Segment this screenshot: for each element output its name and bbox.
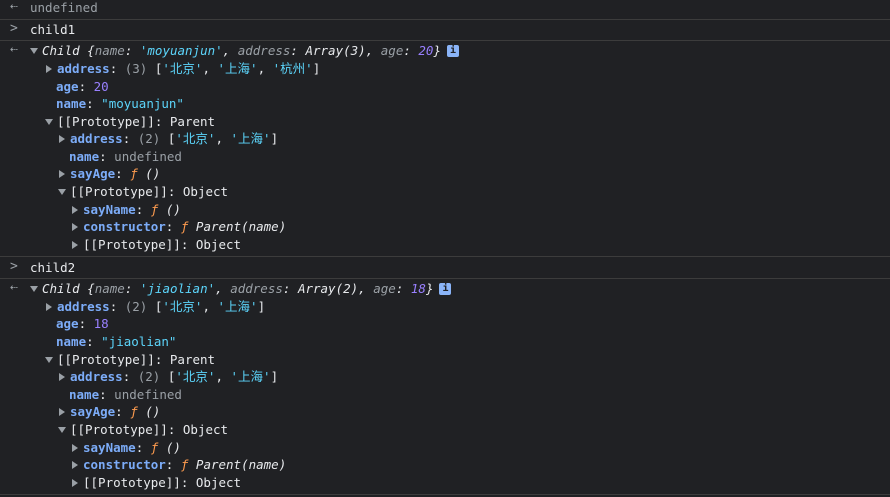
expand-triangle-icon[interactable]: [30, 47, 38, 54]
expand-triangle-icon[interactable]: [72, 460, 78, 469]
expand-triangle-icon[interactable]: [46, 302, 52, 311]
expand-triangle-icon[interactable]: [59, 372, 65, 381]
object-summary-child2[interactable]: Child {name: 'jiaolian', address: Array(…: [30, 280, 452, 298]
console-panel: ⇠ undefined > child1 ⇠ Child {name: 'moy…: [0, 0, 890, 497]
input-command: child1: [30, 22, 76, 37]
prototype-object-nested[interactable]: [[Prototype]]: Object: [71, 236, 241, 254]
prototype-parent[interactable]: [[Prototype]]: Parent: [45, 113, 215, 131]
prototype-object[interactable]: [[Prototype]]: Object: [58, 183, 228, 201]
proto-method-sayAge[interactable]: sayAge: ƒ (): [58, 165, 160, 183]
expand-triangle-icon[interactable]: [59, 169, 65, 178]
property-name: name: "moyuanjun": [56, 96, 184, 111]
property-age: age: 20: [56, 79, 109, 94]
expand-triangle-icon[interactable]: [72, 443, 78, 452]
divider: [0, 494, 890, 495]
expand-triangle-icon[interactable]: [59, 134, 65, 143]
info-icon[interactable]: i: [439, 282, 452, 295]
expand-triangle-icon[interactable]: [45, 356, 53, 363]
proto-method-sayName[interactable]: sayName: ƒ (): [71, 439, 181, 457]
info-icon[interactable]: i: [447, 44, 459, 57]
prototype-object-nested[interactable]: [[Prototype]]: Object: [71, 474, 241, 492]
expand-triangle-icon[interactable]: [58, 188, 66, 195]
expand-triangle-icon[interactable]: [72, 205, 78, 214]
divider: [0, 256, 890, 257]
expand-triangle-icon[interactable]: [72, 240, 78, 249]
proto-property-address[interactable]: address: (2) ['北京', '上海']: [58, 130, 278, 148]
divider: [0, 278, 890, 279]
property-address[interactable]: address: (3) ['北京', '上海', '杭州']: [45, 60, 320, 78]
proto-property-address[interactable]: address: (2) ['北京', '上海']: [58, 368, 278, 386]
property-age: age: 18: [56, 316, 109, 331]
input-command: child2: [30, 260, 76, 275]
property-address[interactable]: address: (2) ['北京', '上海']: [45, 298, 265, 316]
divider: [0, 40, 890, 41]
prototype-object[interactable]: [[Prototype]]: Object: [58, 421, 228, 439]
expand-triangle-icon[interactable]: [46, 64, 52, 73]
output-arrow-icon: ⇠: [10, 280, 18, 295]
expand-triangle-icon[interactable]: [72, 222, 78, 231]
input-prompt-icon: >: [10, 259, 18, 274]
expand-triangle-icon[interactable]: [59, 407, 65, 416]
prototype-parent[interactable]: [[Prototype]]: Parent: [45, 351, 215, 369]
output-arrow-icon: ⇠: [10, 0, 18, 14]
proto-constructor[interactable]: constructor: ƒ Parent(name): [71, 456, 286, 474]
proto-method-sayName[interactable]: sayName: ƒ (): [71, 201, 181, 219]
proto-method-sayAge[interactable]: sayAge: ƒ (): [58, 403, 160, 421]
divider: [0, 19, 890, 20]
output-arrow-icon: ⇠: [10, 42, 18, 57]
expand-triangle-icon[interactable]: [72, 478, 78, 487]
proto-property-name: name: undefined: [69, 149, 182, 164]
object-summary-child1[interactable]: Child {name: 'moyuanjun', address: Array…: [30, 42, 459, 60]
proto-property-name: name: undefined: [69, 387, 182, 402]
expand-triangle-icon[interactable]: [30, 285, 38, 292]
proto-constructor[interactable]: constructor: ƒ Parent(name): [71, 218, 286, 236]
input-prompt-icon: >: [10, 21, 18, 36]
result-undefined: undefined: [30, 0, 98, 15]
expand-triangle-icon[interactable]: [58, 426, 66, 433]
expand-triangle-icon[interactable]: [45, 118, 53, 125]
property-name: name: "jiaolian": [56, 334, 177, 349]
